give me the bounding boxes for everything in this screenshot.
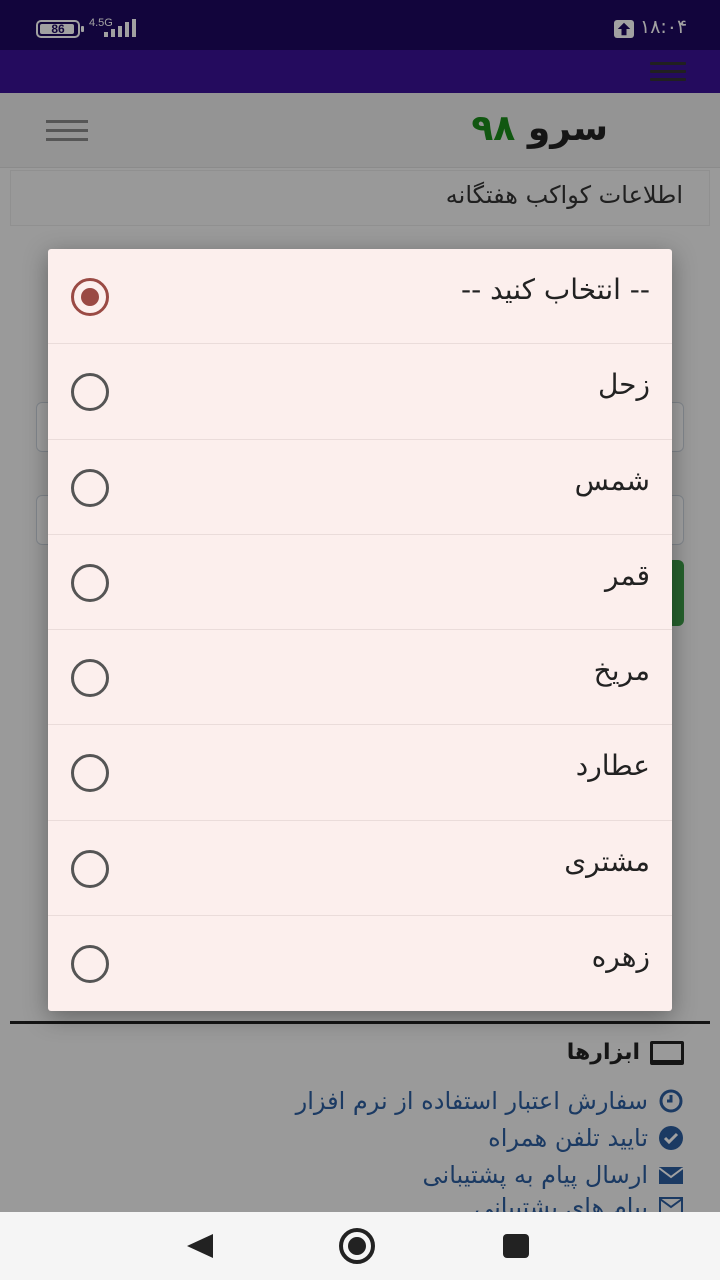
planet-select-dialog: -- انتخاب کنید -- زحل شمس قمر مریخ عطارد… bbox=[48, 249, 672, 1011]
radio-icon[interactable] bbox=[71, 659, 109, 697]
radio-icon[interactable] bbox=[71, 754, 109, 793]
option-label: شمس bbox=[574, 463, 650, 497]
radio-icon[interactable] bbox=[71, 373, 109, 412]
option-moshtari[interactable]: مشتری bbox=[48, 821, 672, 916]
option-otarod[interactable]: عطارد bbox=[48, 725, 672, 821]
option-label: مشتری bbox=[564, 844, 650, 878]
option-label: -- انتخاب کنید -- bbox=[460, 273, 650, 306]
radio-selected-icon[interactable] bbox=[71, 278, 109, 316]
option-shams[interactable]: شمس bbox=[48, 440, 672, 535]
option-label: زحل bbox=[597, 368, 650, 402]
home-icon[interactable] bbox=[339, 1228, 375, 1264]
option-label: مریخ bbox=[593, 654, 650, 687]
option-label: قمر bbox=[604, 558, 650, 592]
recent-apps-icon[interactable] bbox=[503, 1234, 529, 1258]
radio-icon[interactable] bbox=[71, 468, 109, 507]
option-zohal[interactable]: زحل bbox=[48, 344, 672, 440]
back-icon[interactable] bbox=[187, 1234, 213, 1258]
radio-icon[interactable] bbox=[71, 849, 109, 888]
radio-icon[interactable] bbox=[71, 944, 109, 983]
radio-icon[interactable] bbox=[71, 563, 109, 602]
option-label: عطارد bbox=[575, 749, 650, 783]
option-zohreh[interactable]: زهره bbox=[48, 916, 672, 1011]
option-choose[interactable]: -- انتخاب کنید -- bbox=[48, 249, 672, 345]
option-merikh[interactable]: مریخ bbox=[48, 630, 672, 726]
option-ghamar[interactable]: قمر bbox=[48, 535, 672, 630]
option-label: زهره bbox=[591, 939, 650, 973]
